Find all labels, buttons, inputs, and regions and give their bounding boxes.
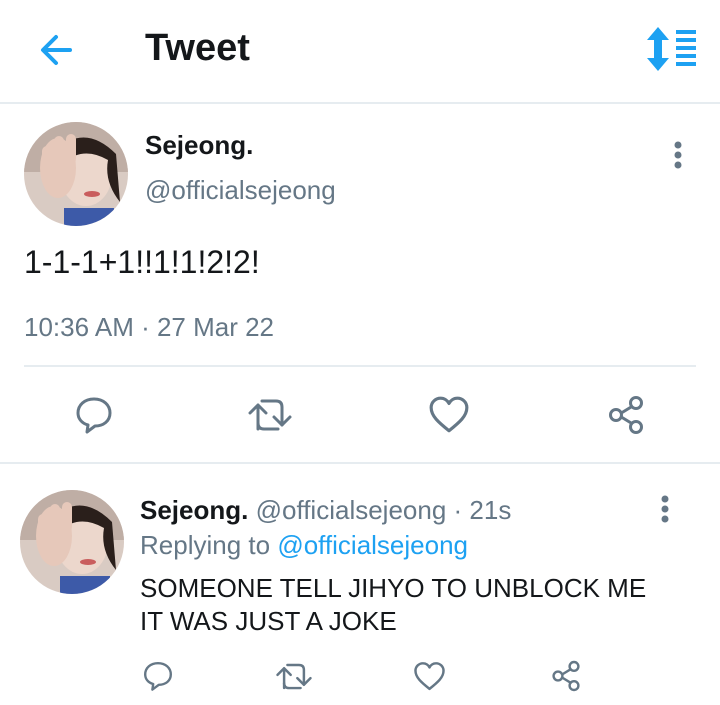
share-icon[interactable] [550, 660, 582, 692]
tweet-timestamp: 10:36 AM · 27 Mar 22 [24, 312, 275, 342]
avatar-photo [20, 490, 124, 594]
replying-to-link[interactable]: @officialsejeong [277, 530, 468, 560]
page-title: Tweet [145, 27, 250, 69]
avatar[interactable] [20, 490, 124, 594]
tweet-text: 1-1-1+1!!1!1!2!2! [24, 244, 260, 280]
reply-text-line-2: IT WAS JUST A JOKE [140, 606, 397, 636]
top-bar: Tweet [0, 0, 720, 104]
more-options-icon[interactable] [655, 492, 675, 528]
reply-text-line-1: SOMEONE TELL JIHYO TO UNBLOCK ME [140, 573, 647, 603]
reply-header: Sejeong. @officialsejeong · 21s [140, 495, 511, 526]
like-icon[interactable] [428, 394, 470, 436]
avatar-photo [24, 122, 128, 226]
reply-time: · 21s [446, 495, 512, 525]
divider [24, 365, 696, 367]
avatar[interactable] [24, 122, 128, 226]
section-divider [0, 462, 720, 464]
retweet-icon[interactable] [246, 395, 294, 435]
more-options-icon[interactable] [668, 138, 688, 174]
sort-icon[interactable] [644, 26, 698, 72]
user-handle[interactable]: @officialsejeong [145, 175, 336, 206]
display-name[interactable]: Sejeong. [140, 495, 248, 525]
display-name[interactable]: Sejeong. [145, 130, 253, 161]
retweet-icon[interactable] [274, 660, 314, 693]
share-icon[interactable] [606, 395, 646, 435]
reply-icon[interactable] [142, 660, 174, 692]
back-arrow-icon[interactable] [36, 30, 76, 70]
like-icon[interactable] [413, 660, 446, 693]
replying-to-label: Replying to [140, 530, 278, 560]
reply-icon[interactable] [74, 395, 114, 435]
replying-to: Replying to @officialsejeong [140, 530, 468, 561]
user-handle[interactable]: @officialsejeong [256, 495, 447, 525]
